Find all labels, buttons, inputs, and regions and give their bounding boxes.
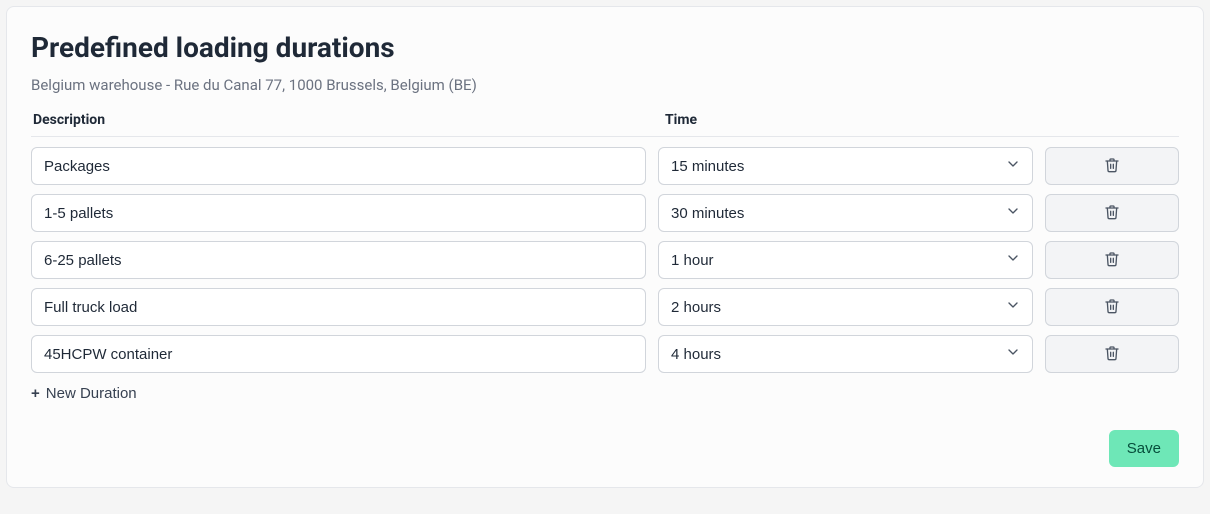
time-select-wrap: 30 minutes bbox=[658, 194, 1033, 232]
trash-icon bbox=[1104, 251, 1120, 270]
time-select-wrap: 4 hours bbox=[658, 335, 1033, 373]
add-duration-button[interactable]: + New Duration bbox=[31, 385, 137, 402]
time-select[interactable]: 30 minutes bbox=[658, 194, 1033, 232]
table-row: 30 minutes bbox=[31, 194, 1179, 232]
description-input[interactable] bbox=[31, 241, 646, 279]
trash-icon bbox=[1104, 157, 1120, 176]
table-header: Description Time bbox=[31, 112, 1179, 137]
delete-row-button[interactable] bbox=[1045, 147, 1179, 185]
time-select-wrap: 1 hour bbox=[658, 241, 1033, 279]
loading-durations-card: Predefined loading durations Belgium war… bbox=[6, 6, 1204, 488]
description-input[interactable] bbox=[31, 147, 646, 185]
plus-icon: + bbox=[31, 385, 40, 402]
trash-icon bbox=[1104, 298, 1120, 317]
table-row: 4 hours bbox=[31, 335, 1179, 373]
delete-row-button[interactable] bbox=[1045, 241, 1179, 279]
time-select-wrap: 2 hours bbox=[658, 288, 1033, 326]
delete-row-button[interactable] bbox=[1045, 288, 1179, 326]
time-select[interactable]: 15 minutes bbox=[658, 147, 1033, 185]
warehouse-subtitle: Belgium warehouse - Rue du Canal 77, 100… bbox=[31, 76, 1179, 94]
rows-container: 15 minutes 30 minutes bbox=[31, 147, 1179, 373]
save-button[interactable]: Save bbox=[1109, 430, 1179, 467]
table-row: 2 hours bbox=[31, 288, 1179, 326]
delete-row-button[interactable] bbox=[1045, 335, 1179, 373]
trash-icon bbox=[1104, 345, 1120, 364]
time-select[interactable]: 1 hour bbox=[658, 241, 1033, 279]
add-duration-label: New Duration bbox=[46, 385, 137, 402]
description-input[interactable] bbox=[31, 335, 646, 373]
description-input[interactable] bbox=[31, 288, 646, 326]
time-select[interactable]: 2 hours bbox=[658, 288, 1033, 326]
page-title: Predefined loading durations bbox=[31, 31, 1179, 64]
table-row: 1 hour bbox=[31, 241, 1179, 279]
trash-icon bbox=[1104, 204, 1120, 223]
delete-row-button[interactable] bbox=[1045, 194, 1179, 232]
time-select-wrap: 15 minutes bbox=[658, 147, 1033, 185]
description-input[interactable] bbox=[31, 194, 646, 232]
column-header-time: Time bbox=[663, 112, 1179, 128]
column-header-description: Description bbox=[31, 112, 651, 128]
time-select[interactable]: 4 hours bbox=[658, 335, 1033, 373]
footer: Save bbox=[31, 430, 1179, 467]
table-row: 15 minutes bbox=[31, 147, 1179, 185]
